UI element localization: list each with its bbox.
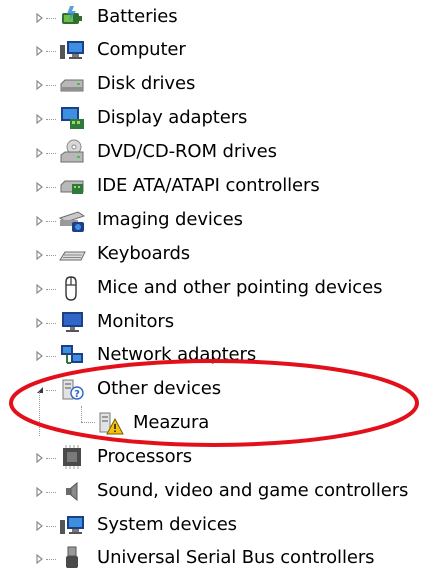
tree-item-label: Disk drives — [97, 73, 196, 94]
tree-item-label: Monitors — [97, 311, 175, 332]
tree-item-monitors[interactable]: Monitors — [0, 307, 448, 341]
tree-item-label: Imaging devices — [97, 209, 243, 230]
mouse-icon — [58, 274, 86, 302]
tree-item-label: Keyboards — [97, 243, 191, 264]
expand-arrow-icon[interactable] — [34, 486, 46, 498]
device-tree: Batteries Computer Disk drives Display a… — [0, 0, 448, 573]
tree-item-label: System devices — [97, 514, 237, 535]
expand-arrow-icon[interactable] — [34, 181, 46, 193]
expand-arrow-icon[interactable] — [34, 113, 46, 125]
computer-icon — [58, 36, 86, 64]
tree-item-disk-drives[interactable]: Disk drives — [0, 69, 448, 103]
warning-device-icon — [96, 409, 124, 437]
system-device-icon — [58, 511, 86, 539]
battery-icon — [58, 3, 86, 31]
display-adapter-icon — [58, 104, 86, 132]
collapse-arrow-icon[interactable] — [34, 384, 46, 396]
tree-item-keyboards[interactable]: Keyboards — [0, 239, 448, 273]
expand-arrow-icon[interactable] — [34, 45, 46, 57]
unknown-device-icon: ? — [58, 375, 86, 403]
tree-item-ide-controllers[interactable]: IDE ATA/ATAPI controllers — [0, 171, 448, 205]
tree-item-label: Batteries — [97, 6, 178, 27]
expand-arrow-icon[interactable] — [34, 249, 46, 261]
tree-item-other-devices[interactable]: ? Other devices — [0, 374, 448, 408]
tree-item-label: DVD/CD-ROM drives — [97, 141, 277, 162]
tree-item-system-devices[interactable]: System devices — [0, 510, 448, 544]
expand-arrow-icon[interactable] — [34, 215, 46, 227]
keyboard-icon — [58, 240, 86, 268]
expand-arrow-icon[interactable] — [34, 283, 46, 295]
tree-item-sound-controllers[interactable]: Sound, video and game controllers — [0, 476, 448, 510]
tree-item-imaging-devices[interactable]: Imaging devices — [0, 205, 448, 239]
tree-item-batteries[interactable]: Batteries — [0, 2, 448, 36]
usb-icon — [58, 544, 86, 572]
expand-arrow-icon[interactable] — [34, 317, 46, 329]
expand-arrow-icon[interactable] — [34, 520, 46, 532]
tree-item-label: Processors — [97, 446, 193, 467]
tree-item-meazura[interactable]: Meazura — [0, 406, 448, 442]
imaging-device-icon — [58, 206, 86, 234]
disk-drive-icon — [58, 70, 86, 98]
tree-item-network-adapters[interactable]: Network adapters — [0, 340, 448, 374]
tree-item-label: Universal Serial Bus controllers — [97, 547, 375, 568]
tree-item-mice[interactable]: Mice and other pointing devices — [0, 273, 448, 307]
expand-arrow-icon[interactable] — [34, 553, 46, 565]
tree-item-label: Other devices — [97, 378, 222, 399]
tree-item-label: Meazura — [133, 412, 210, 433]
expand-arrow-icon[interactable] — [34, 12, 46, 24]
processor-icon — [58, 443, 86, 471]
network-adapter-icon — [58, 341, 86, 369]
tree-item-processors[interactable]: Processors — [0, 442, 448, 476]
tree-item-label: Sound, video and game controllers — [97, 480, 409, 501]
expand-arrow-icon[interactable] — [34, 147, 46, 159]
monitor-icon — [58, 308, 86, 336]
expand-arrow-icon[interactable] — [34, 452, 46, 464]
tree-item-label: IDE ATA/ATAPI controllers — [97, 175, 320, 196]
tree-item-label: Network adapters — [97, 344, 257, 365]
tree-item-computer[interactable]: Computer — [0, 35, 448, 69]
expand-arrow-icon[interactable] — [34, 79, 46, 91]
expand-arrow-icon[interactable] — [34, 350, 46, 362]
tree-item-usb-controllers[interactable]: Universal Serial Bus controllers — [0, 543, 448, 577]
tree-item-label: Computer — [97, 39, 186, 60]
tree-item-label: Mice and other pointing devices — [97, 277, 383, 298]
tree-item-label: Display adapters — [97, 107, 248, 128]
tree-item-dvd-drives[interactable]: DVD/CD-ROM drives — [0, 137, 448, 171]
svg-text:?: ? — [74, 389, 80, 400]
speaker-icon — [58, 477, 86, 505]
ide-controller-icon — [58, 172, 86, 200]
dvd-drive-icon — [58, 138, 86, 166]
tree-item-display-adapters[interactable]: Display adapters — [0, 103, 448, 137]
